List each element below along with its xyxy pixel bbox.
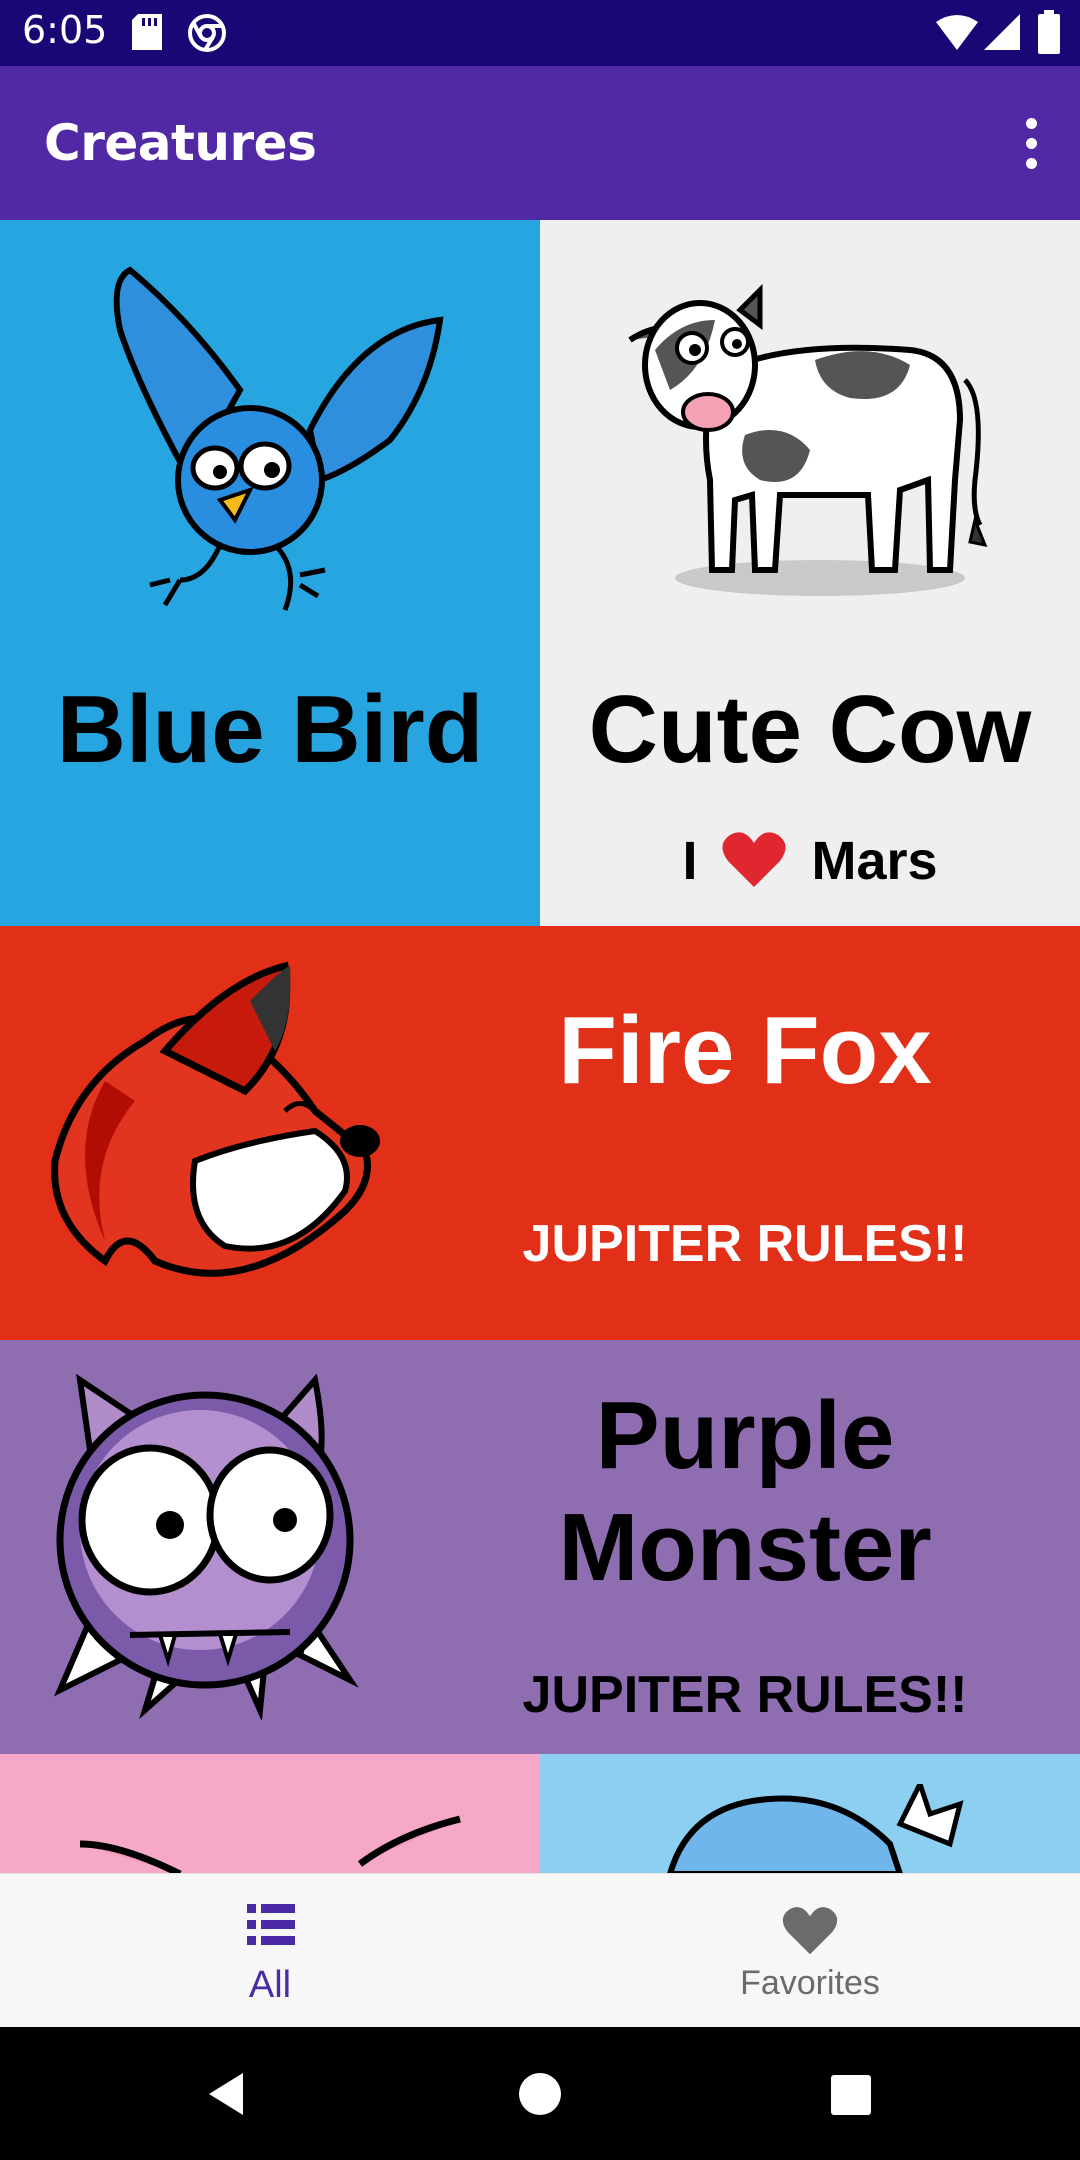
creature-card-blue-bird[interactable]: Blue Bird bbox=[0, 220, 540, 926]
nav-label-favorites: Favorites bbox=[740, 1964, 880, 2002]
creature-name: Fire Fox bbox=[558, 997, 932, 1104]
creature-name-line1: Purple bbox=[595, 1382, 895, 1489]
subtitle-suffix: Mars bbox=[811, 831, 938, 891]
fire-fox-image bbox=[51, 961, 380, 1277]
purple-monster-image bbox=[54, 1373, 359, 1720]
light-blue-creature-image bbox=[667, 1784, 964, 1873]
list-icon bbox=[247, 1904, 295, 1945]
status-bar: 6:05 bbox=[0, 0, 1080, 66]
recents-icon[interactable] bbox=[830, 2074, 872, 2116]
sd-card-icon bbox=[132, 14, 162, 50]
signal-icon bbox=[984, 14, 1020, 50]
app-title: Creatures bbox=[44, 114, 317, 172]
overflow-menu-icon[interactable] bbox=[1010, 118, 1050, 170]
creature-card-light-blue[interactable] bbox=[540, 1754, 1080, 1873]
home-icon[interactable] bbox=[518, 2072, 562, 2116]
app-bar: Creatures bbox=[0, 66, 1080, 220]
chrome-icon bbox=[188, 14, 226, 52]
pink-creature-image bbox=[79, 1815, 461, 1873]
nav-label-all: All bbox=[248, 1964, 292, 2006]
creature-subtitle: JUPITER RULES!! bbox=[522, 1666, 968, 1724]
creature-subtitle: JUPITER RULES!! bbox=[522, 1215, 968, 1273]
cute-cow-image bbox=[628, 283, 988, 596]
heart-icon bbox=[782, 1907, 838, 1955]
battery-icon bbox=[1038, 10, 1060, 54]
creature-card-cute-cow[interactable]: Cute Cow I Mars bbox=[540, 220, 1080, 926]
bottom-navigation: All Favorites bbox=[0, 1873, 1080, 2028]
creature-card-pink[interactable] bbox=[0, 1754, 540, 1873]
creature-name-line2: Monster bbox=[558, 1494, 932, 1601]
creature-card-fire-fox[interactable]: Fire Fox JUPITER RULES!! bbox=[0, 926, 1080, 1340]
wifi-icon bbox=[936, 15, 978, 50]
creature-card-purple-monster[interactable]: Purple Monster JUPITER RULES!! bbox=[0, 1340, 1080, 1754]
back-icon[interactable] bbox=[205, 2071, 245, 2117]
blue-bird-image bbox=[113, 266, 444, 611]
creature-name: Purple Monster bbox=[430, 1380, 1060, 1604]
creature-name: Cute Cow bbox=[588, 676, 1032, 783]
heart-icon bbox=[722, 832, 787, 887]
nav-item-favorites[interactable]: Favorites bbox=[540, 1874, 1080, 2028]
nav-item-all[interactable]: All bbox=[0, 1874, 540, 2028]
creature-name: Blue Bird bbox=[56, 676, 484, 783]
creature-subtitle: I Mars bbox=[540, 830, 1080, 892]
system-navigation-bar bbox=[0, 2027, 1080, 2160]
subtitle-prefix: I bbox=[682, 831, 698, 891]
status-time: 6:05 bbox=[22, 8, 108, 52]
